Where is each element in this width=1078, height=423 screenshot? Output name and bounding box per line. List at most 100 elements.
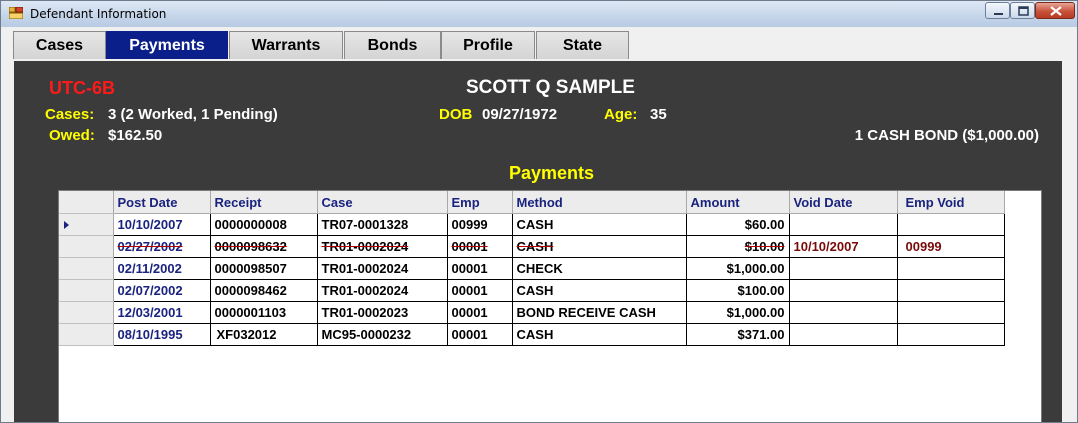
owed-label: Owed:	[49, 127, 95, 144]
maximize-button[interactable]	[1010, 2, 1035, 19]
row-selector[interactable]	[59, 213, 114, 236]
row-pointer-icon	[64, 220, 69, 229]
window-title: Defendant Information	[30, 7, 167, 21]
minimize-icon	[994, 13, 1003, 15]
cell-emp[interactable]: 00001	[447, 279, 513, 302]
cell-case[interactable]: TR07-0001328	[317, 213, 448, 236]
cell-case[interactable]: TR01-0002024	[317, 279, 448, 302]
cases-value: 3 (2 Worked, 1 Pending)	[108, 106, 278, 123]
cell-receipt[interactable]: 0000098462	[210, 279, 318, 302]
cell-emp-void[interactable]	[897, 301, 1005, 324]
cell-amount[interactable]: $60.00	[686, 213, 790, 236]
cell-post-date[interactable]: 02/27/2002	[113, 235, 211, 258]
row-selector[interactable]	[59, 257, 114, 280]
table-row[interactable]: 02/07/2002 0000098462 TR01-0002024 00001 CAS…	[59, 279, 1005, 302]
column-header-receipt[interactable]: Receipt	[210, 191, 318, 214]
payments-grid[interactable]: Post Date Receipt Case Emp Method Amount…	[58, 190, 1042, 422]
cell-emp-void[interactable]	[897, 257, 1005, 280]
column-header-emp-void[interactable]: Emp Void	[897, 191, 1005, 214]
dob-label: DOB	[439, 106, 473, 123]
column-header-post-date[interactable]: Post Date	[113, 191, 211, 214]
defendant-information-window: Defendant Information Cases Payments War…	[0, 0, 1078, 423]
cell-post-date[interactable]: 02/11/2002	[113, 257, 211, 280]
table-row[interactable]: 12/03/2001 0000001103 TR01-0002023 00001 BON…	[59, 301, 1005, 324]
cell-receipt[interactable]: XF032012	[210, 323, 318, 346]
cell-post-date[interactable]: 02/07/2002	[113, 279, 211, 302]
close-button[interactable]	[1035, 2, 1075, 19]
cell-emp-void[interactable]	[897, 279, 1005, 302]
table-row[interactable]: 02/27/2002 0000098632 TR01-0002024 00001 CAS…	[59, 235, 1005, 258]
cell-emp-void[interactable]: 00999	[897, 235, 1005, 258]
cell-emp[interactable]: 00001	[447, 235, 513, 258]
table-row[interactable]: 10/10/2007 0000000008 TR07-0001328 00999 CAS…	[59, 213, 1005, 236]
tab-strip: Cases Payments Warrants Bonds Profile St…	[1, 27, 1077, 61]
cell-emp[interactable]: 00001	[447, 301, 513, 324]
cell-amount[interactable]: $10.00	[686, 235, 790, 258]
cell-void-date[interactable]	[789, 213, 898, 236]
dob-value: 09/27/1972	[482, 106, 558, 123]
tab-bonds[interactable]: Bonds	[344, 31, 441, 59]
title-bar[interactable]: Defendant Information	[1, 1, 1077, 28]
age-label: Age:	[604, 106, 638, 123]
cell-method[interactable]: BOND RECEIVE CASH	[512, 301, 687, 324]
table-header-row: Post Date Receipt Case Emp Method Amount…	[59, 191, 1005, 214]
cell-method[interactable]: CASH	[512, 235, 687, 258]
column-header-method[interactable]: Method	[512, 191, 687, 214]
cell-post-date[interactable]: 10/10/2007	[113, 213, 211, 236]
cell-emp[interactable]: 00999	[447, 213, 513, 236]
tab-state[interactable]: State	[536, 31, 629, 59]
payments-section-title: Payments	[509, 163, 595, 183]
column-header-emp[interactable]: Emp	[447, 191, 513, 214]
cell-void-date[interactable]	[789, 323, 898, 346]
cell-method[interactable]: CASH	[512, 213, 687, 236]
cell-void-date[interactable]	[789, 279, 898, 302]
row-selector[interactable]	[59, 235, 114, 258]
cell-receipt[interactable]: 0000098632	[210, 235, 318, 258]
row-selector[interactable]	[59, 323, 114, 346]
tab-payments[interactable]: Payments	[106, 31, 228, 59]
row-selector-header	[59, 191, 114, 214]
cell-case[interactable]: TR01-0002023	[317, 301, 448, 324]
cell-void-date[interactable]	[789, 301, 898, 324]
column-header-case[interactable]: Case	[317, 191, 448, 214]
cell-amount[interactable]: $371.00	[686, 323, 790, 346]
table-row[interactable]: 02/11/2002 0000098507 TR01-0002024 00001 CHE…	[59, 257, 1005, 280]
cases-label: Cases:	[45, 106, 95, 123]
tab-warrants[interactable]: Warrants	[229, 31, 343, 59]
cell-receipt[interactable]: 0000098507	[210, 257, 318, 280]
cell-emp[interactable]: 00001	[447, 257, 513, 280]
owed-value: $162.50	[108, 127, 163, 144]
age-value: 35	[650, 106, 667, 123]
close-icon	[1050, 6, 1062, 16]
cell-method[interactable]: CHECK	[512, 257, 687, 280]
cell-amount[interactable]: $1,000.00	[686, 301, 790, 324]
tab-cases[interactable]: Cases	[13, 31, 106, 59]
minimize-button[interactable]	[985, 2, 1010, 19]
cell-void-date[interactable]: 10/10/2007	[789, 235, 898, 258]
cell-method[interactable]: CASH	[512, 323, 687, 346]
cell-amount[interactable]: $100.00	[686, 279, 790, 302]
payments-table: Post Date Receipt Case Emp Method Amount…	[59, 191, 1005, 346]
tab-profile[interactable]: Profile	[441, 31, 535, 59]
row-selector[interactable]	[59, 301, 114, 324]
maximize-icon	[1018, 6, 1029, 16]
cell-case[interactable]: TR01-0002024	[317, 257, 448, 280]
cell-emp-void[interactable]	[897, 213, 1005, 236]
cell-case[interactable]: TR01-0002024	[317, 235, 448, 258]
cell-receipt[interactable]: 0000001103	[210, 301, 318, 324]
bond-summary: 1 CASH BOND ($1,000.00)	[854, 127, 1039, 144]
table-row[interactable]: 08/10/1995 XF032012 MC95-0000232 00001 CASH $…	[59, 323, 1005, 346]
column-header-amount[interactable]: Amount	[686, 191, 790, 214]
cell-emp-void[interactable]	[897, 323, 1005, 346]
cell-emp[interactable]: 00001	[447, 323, 513, 346]
cell-void-date[interactable]	[789, 257, 898, 280]
cell-case[interactable]: MC95-0000232	[317, 323, 448, 346]
app-icon	[9, 7, 23, 19]
cell-method[interactable]: CASH	[512, 279, 687, 302]
cell-post-date[interactable]: 12/03/2001	[113, 301, 211, 324]
row-selector[interactable]	[59, 279, 114, 302]
cell-post-date[interactable]: 08/10/1995	[113, 323, 211, 346]
column-header-void-date[interactable]: Void Date	[789, 191, 898, 214]
cell-receipt[interactable]: 0000000008	[210, 213, 318, 236]
cell-amount[interactable]: $1,000.00	[686, 257, 790, 280]
